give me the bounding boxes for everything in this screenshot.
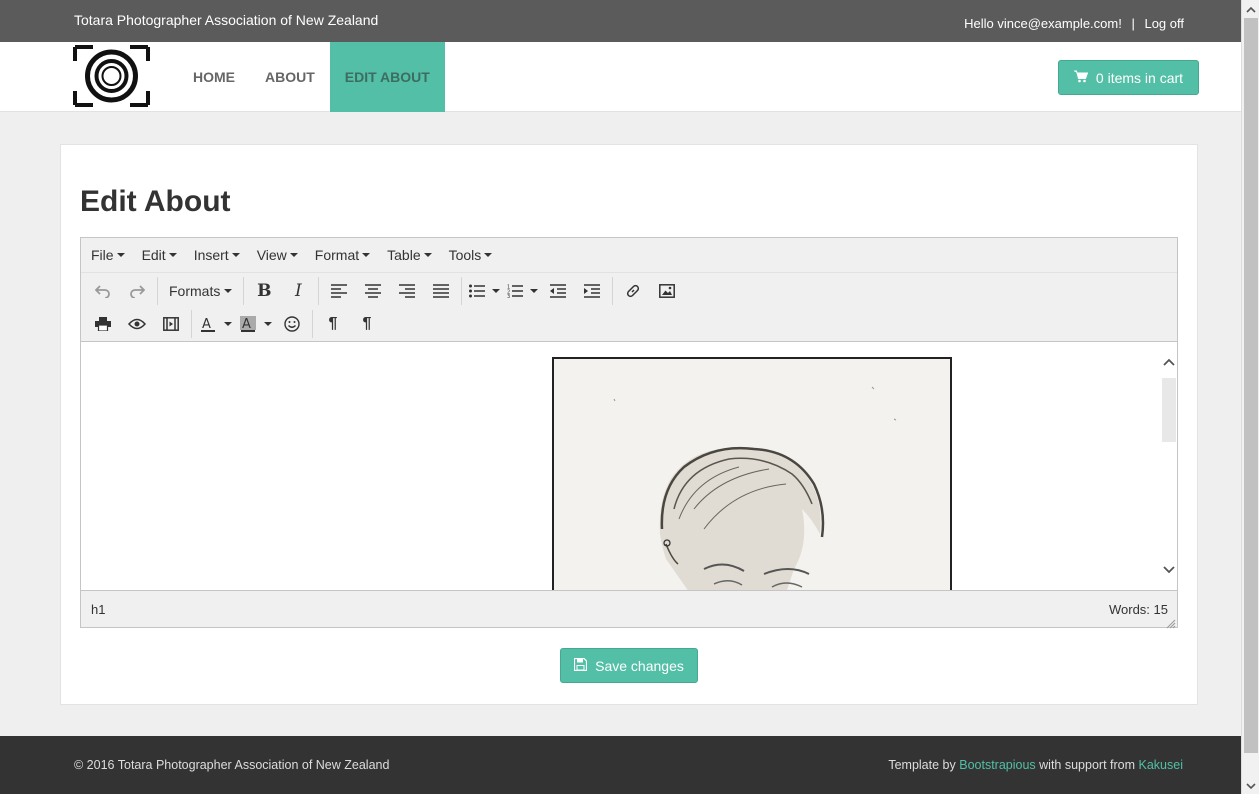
link-icon[interactable] [616,276,650,306]
emoticons-icon[interactable] [275,309,309,339]
bullet-list-dropdown[interactable] [489,276,503,306]
editor-content-area[interactable] [81,342,1177,590]
toolbar-divider [157,277,158,305]
menu-table[interactable]: Table [380,247,438,263]
credit-prefix: Template by [888,758,956,772]
background-color-dropdown[interactable] [261,309,275,339]
svg-text:3: 3 [507,294,510,298]
numbered-list-icon[interactable]: 123 [503,276,527,306]
top-bar: Totara Photographer Association of New Z… [0,0,1241,42]
ltr-icon[interactable]: ¶ [316,309,350,339]
menu-insert[interactable]: Insert [187,247,247,263]
logo[interactable] [73,45,150,107]
nav-about[interactable]: ABOUT [250,42,330,112]
toolbar-divider [243,277,245,305]
text-color-icon[interactable]: A [195,309,221,339]
nav-menu: HOME ABOUT EDIT ABOUT [178,42,445,112]
user-area: Hello vince@example.com! | Log off [964,16,1184,31]
portrait-sketch-image[interactable] [552,357,952,590]
svg-text:A: A [242,317,251,332]
greeting-link[interactable]: Hello vince@example.com! [964,16,1122,31]
logoff-link[interactable]: Log off [1144,16,1184,31]
cart-label: 0 items in cart [1095,69,1184,86]
align-justify-icon[interactable] [424,276,458,306]
editor-scrollbar[interactable] [1160,342,1177,590]
save-changes-button[interactable]: Save changes [560,648,698,683]
indent-icon[interactable] [575,276,609,306]
toolbar-row-2: A A ¶ ¶ [86,309,384,339]
edit-card: Edit About File Edit Insert View Format … [60,144,1198,705]
page-scrollbar[interactable] [1241,0,1259,794]
main-navbar: HOME ABOUT EDIT ABOUT 0 items in cart [0,42,1241,112]
portrait-sketch-icon [613,386,897,590]
text-color-dropdown[interactable] [221,309,235,339]
rtl-icon[interactable]: ¶ [350,309,384,339]
scroll-down-icon[interactable] [1162,562,1176,576]
toolbar-row-1: Formats B I 123 [86,276,684,306]
camera-aperture-logo-icon [73,45,150,107]
outdent-icon[interactable] [541,276,575,306]
redo-icon[interactable] [120,276,154,306]
menu-format[interactable]: Format [308,247,377,263]
menu-tools[interactable]: Tools [442,247,500,263]
menu-view[interactable]: View [250,247,305,263]
editor-toolbar: Formats B I 123 A A ¶ ¶ [81,273,1177,342]
page-scroll-up-icon[interactable] [1245,3,1257,15]
background-color-icon[interactable]: A [235,309,261,339]
kakusei-link[interactable]: Kakusei [1139,758,1183,772]
resize-handle-icon[interactable] [1166,616,1176,629]
toolbar-divider [191,310,192,338]
toolbar-divider [461,277,463,305]
word-count: Words: 15 [1108,602,1168,617]
cart-button[interactable]: 0 items in cart [1058,60,1199,95]
copyright: © 2016 Totara Photographer Association o… [74,758,390,772]
scroll-up-icon[interactable] [1162,356,1176,370]
footer: © 2016 Totara Photographer Association o… [0,736,1241,794]
svg-text:A: A [202,317,211,332]
align-center-icon[interactable] [356,276,390,306]
cart-icon [1073,70,1089,86]
rich-text-editor: File Edit Insert View Format Table Tools… [80,237,1178,629]
nav-home[interactable]: HOME [178,42,250,112]
editor-menubar: File Edit Insert View Format Table Tools [81,238,1177,273]
image-icon[interactable] [650,276,684,306]
nav-edit-about[interactable]: EDIT ABOUT [329,42,445,112]
print-icon[interactable] [86,309,120,339]
separator: | [1131,16,1135,31]
element-path[interactable]: h1 [91,602,105,617]
toolbar-divider [318,277,320,305]
toolbar-divider [612,277,614,305]
toolbar-divider [312,310,313,338]
numbered-list-dropdown[interactable] [527,276,541,306]
italic-icon[interactable]: I [281,276,315,306]
site-name: Totara Photographer Association of New Z… [74,12,379,28]
undo-icon[interactable] [86,276,120,306]
page-scroll-thumb[interactable] [1244,18,1258,753]
editor-statusbar: h1 Words: 15 [81,590,1177,629]
media-icon[interactable] [154,309,188,339]
scroll-thumb[interactable] [1162,378,1176,442]
bold-icon[interactable]: B [247,276,281,306]
save-changes-label: Save changes [595,657,684,674]
formats-dropdown[interactable]: Formats [161,276,240,306]
bullet-list-icon[interactable] [465,276,489,306]
page-title: Edit About [80,185,231,218]
credit-middle: with support from [1039,758,1136,772]
floppy-disk-icon [574,657,588,674]
menu-file[interactable]: File [84,247,132,263]
preview-icon[interactable] [120,309,154,339]
template-credit: Template by Bootstrapious with support f… [888,758,1183,772]
menu-edit[interactable]: Edit [135,247,184,263]
page-scroll-down-icon[interactable] [1245,779,1257,791]
align-left-icon[interactable] [322,276,356,306]
bootstrapious-link[interactable]: Bootstrapious [959,758,1035,772]
align-right-icon[interactable] [390,276,424,306]
